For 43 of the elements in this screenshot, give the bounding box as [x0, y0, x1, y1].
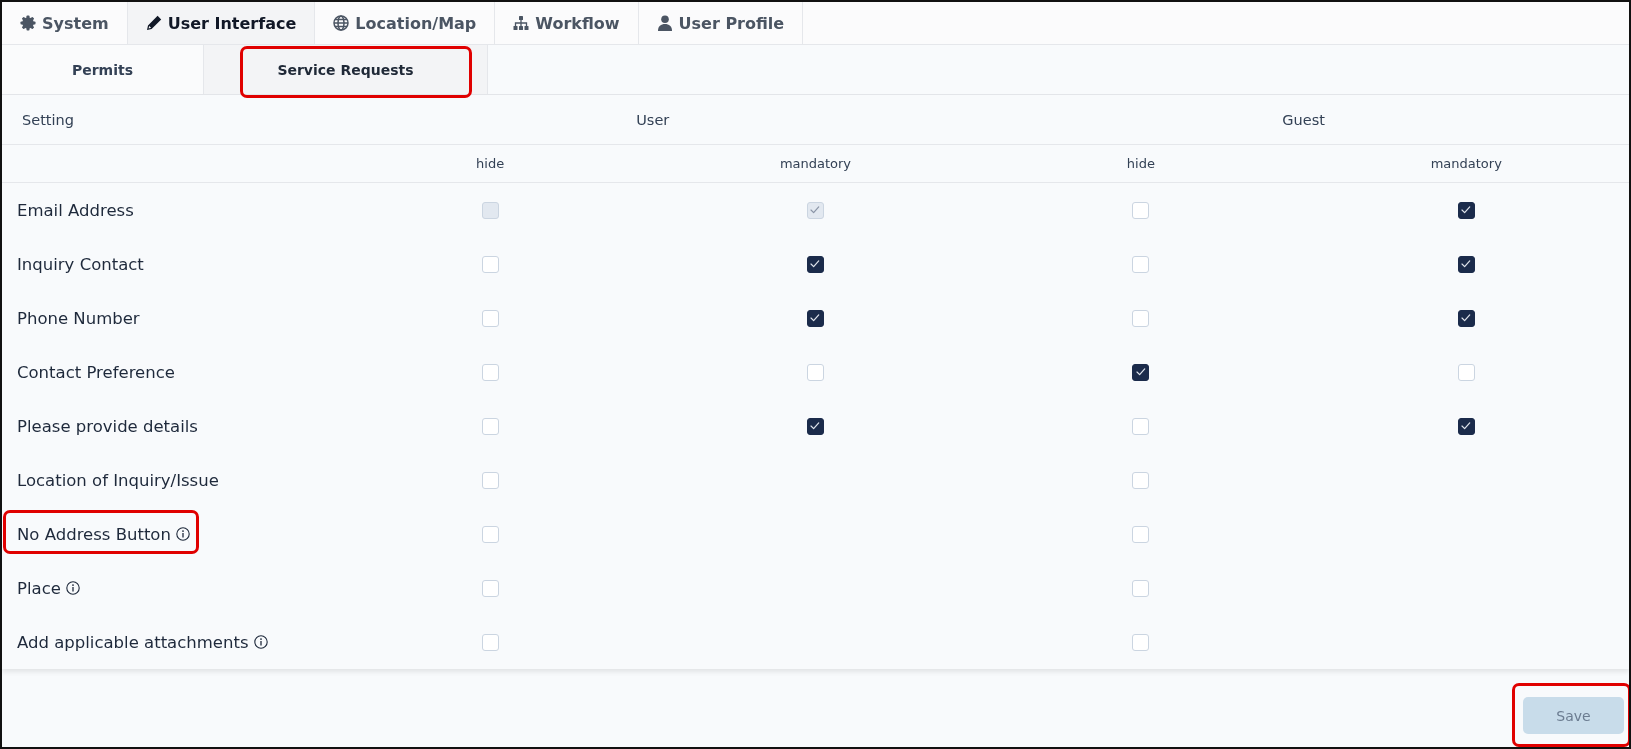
- globe-icon: [333, 15, 350, 31]
- setting-label: Please provide details: [17, 416, 198, 436]
- user-icon: [656, 15, 673, 31]
- info-icon[interactable]: [175, 527, 190, 541]
- pencil-icon: [145, 15, 162, 31]
- checkmark-icon: [1461, 314, 1472, 322]
- column-header: mandatory: [1430, 156, 1502, 171]
- column-header: Setting: [22, 111, 74, 128]
- setting-label: Phone Number: [17, 308, 140, 328]
- column-header: Guest: [1282, 111, 1325, 128]
- checkbox[interactable]: [1457, 255, 1475, 273]
- setting-label: Place: [17, 578, 61, 598]
- column-header: hide: [476, 156, 505, 171]
- setting-label: Add applicable attachments: [17, 632, 249, 652]
- top-tab[interactable]: User Interface: [127, 2, 316, 44]
- setting-label: No Address Button: [17, 524, 171, 544]
- checkmark-icon: [1461, 206, 1472, 214]
- checkbox[interactable]: [807, 309, 824, 327]
- checkbox[interactable]: [1457, 201, 1475, 219]
- checkbox[interactable]: [1457, 309, 1475, 327]
- checkbox[interactable]: [807, 417, 824, 435]
- checkbox[interactable]: [807, 255, 824, 273]
- column-header: hide: [1126, 156, 1155, 171]
- column-header: mandatory: [779, 156, 852, 171]
- setting-label: Location of Inquiry/Issue: [17, 470, 219, 490]
- checkmark-icon: [810, 314, 821, 322]
- setting-label: Inquiry Contact: [17, 254, 144, 274]
- checkmark-icon: [810, 260, 821, 268]
- info-icon[interactable]: [65, 581, 80, 595]
- hierarchy-icon: [513, 15, 530, 31]
- checkmark-icon: [1461, 422, 1472, 430]
- sub-tab[interactable]: Service Requests: [204, 45, 488, 94]
- checkmark-icon: [1461, 260, 1472, 268]
- setting-label: Email Address: [17, 200, 134, 220]
- gear-icon: [20, 15, 36, 31]
- checkmark-icon: [810, 422, 821, 430]
- setting-label: Contact Preference: [17, 362, 175, 382]
- info-icon[interactable]: [253, 635, 268, 649]
- checkbox[interactable]: [1457, 417, 1475, 435]
- checkbox[interactable]: [1132, 363, 1150, 381]
- checkmark-icon: [1135, 368, 1146, 376]
- column-header: User: [636, 111, 670, 128]
- checkmark-icon: [810, 206, 821, 214]
